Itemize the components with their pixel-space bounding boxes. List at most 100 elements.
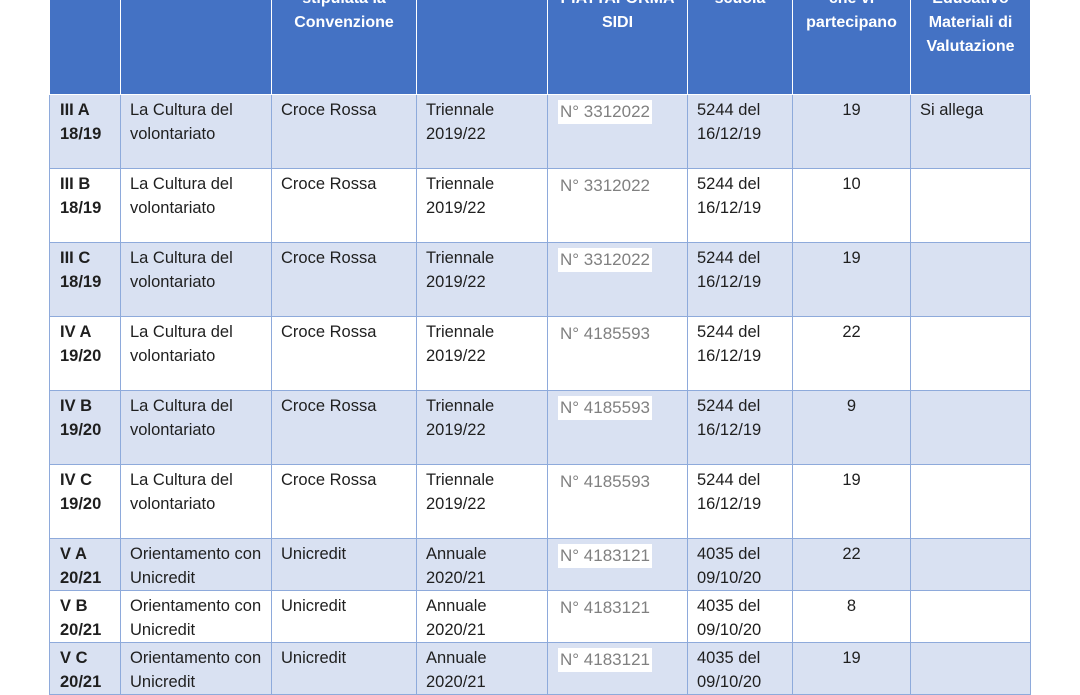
cell-ente: Croce Rossa (271, 464, 417, 539)
table-row: V B 20/21 Orientamento con Unicredit Uni… (49, 590, 1031, 643)
cell-delibera: 5244 del 16/12/19 (687, 464, 793, 539)
sidi-code: N° 4185593 (558, 322, 652, 346)
sidi-code: N° 4183121 (558, 648, 652, 672)
cell-classe: III A 18/19 (49, 94, 121, 169)
table-row: IV B 19/20 La Cultura del volontariato C… (49, 390, 1031, 465)
cell-percorso: La Cultura del volontariato (120, 316, 272, 391)
cell-percorso: La Cultura del volontariato (120, 242, 272, 317)
cell-durata: Triennale 2019/22 (416, 316, 548, 391)
cell-ente: Croce Rossa (271, 390, 417, 465)
table-row: IV A 19/20 La Cultura del volontariato C… (49, 316, 1031, 391)
sidi-code: N° 3312022 (558, 248, 652, 272)
cell-delibera: 5244 del 16/12/19 (687, 316, 793, 391)
cell-percorso: Orientamento con Unicredit (120, 642, 272, 695)
cell-delibera: 4035 del 09/10/20 (687, 590, 793, 643)
cell-studenti: 19 (792, 242, 911, 317)
cell-durata: Triennale 2019/22 (416, 464, 548, 539)
cell-sidi: N° 3312022 (547, 242, 688, 317)
cell-studenti: 19 (792, 94, 911, 169)
cell-ente: Croce Rossa (271, 168, 417, 243)
cell-durata: Annuale 2020/21 (416, 642, 548, 695)
cell-ente: Croce Rossa (271, 94, 417, 169)
cell-sidi: N° 4183121 (547, 590, 688, 643)
cell-studenti: 10 (792, 168, 911, 243)
cell-sidi: N° 3312022 (547, 168, 688, 243)
cell-materiali (910, 390, 1031, 465)
sidi-code: N° 3312022 (558, 174, 652, 198)
cell-materiali: Si allega (910, 94, 1031, 169)
header-cell-percorso (120, 0, 272, 95)
header-cell-materiali: Educativo Materiali di Valutazione (910, 0, 1031, 95)
cell-ente: Unicredit (271, 590, 417, 643)
cell-durata: Triennale 2019/22 (416, 242, 548, 317)
cell-durata: Triennale 2019/22 (416, 168, 548, 243)
cell-materiali (910, 538, 1031, 591)
cell-ente: Unicredit (271, 642, 417, 695)
table-header-row: stipulata la Convenzione PIATTAFORMA SID… (49, 0, 1031, 95)
cell-studenti: 22 (792, 316, 911, 391)
cell-sidi: N° 4183121 (547, 642, 688, 695)
cell-durata: Triennale 2019/22 (416, 94, 548, 169)
cell-materiali (910, 316, 1031, 391)
table-row: III C 18/19 La Cultura del volontariato … (49, 242, 1031, 317)
header-cell-classe (49, 0, 121, 95)
header-cell-delibera: scuola (687, 0, 793, 95)
header-cell-sidi: PIATTAFORMA SIDI (547, 0, 688, 95)
cell-studenti: 19 (792, 642, 911, 695)
cell-durata: Triennale 2019/22 (416, 390, 548, 465)
header-cell-durata (416, 0, 548, 95)
cell-studenti: 9 (792, 390, 911, 465)
cell-percorso: La Cultura del volontariato (120, 168, 272, 243)
cell-percorso: La Cultura del volontariato (120, 94, 272, 169)
cell-sidi: N° 4183121 (547, 538, 688, 591)
cell-sidi: N° 4185593 (547, 316, 688, 391)
cell-delibera: 5244 del 16/12/19 (687, 242, 793, 317)
cell-durata: Annuale 2020/21 (416, 538, 548, 591)
table-row: III A 18/19 La Cultura del volontariato … (49, 94, 1031, 169)
header-cell-ente: stipulata la Convenzione (271, 0, 417, 95)
cell-classe: V B 20/21 (49, 590, 121, 643)
cell-percorso: La Cultura del volontariato (120, 390, 272, 465)
cell-delibera: 4035 del 09/10/20 (687, 642, 793, 695)
table-row: V A 20/21 Orientamento con Unicredit Uni… (49, 538, 1031, 591)
cell-ente: Croce Rossa (271, 316, 417, 391)
cell-ente: Unicredit (271, 538, 417, 591)
sidi-code: N° 4185593 (558, 396, 652, 420)
pcto-table: stipulata la Convenzione PIATTAFORMA SID… (49, 0, 1031, 695)
cell-percorso: La Cultura del volontariato (120, 464, 272, 539)
cell-materiali (910, 464, 1031, 539)
sidi-code: N° 3312022 (558, 100, 652, 124)
cell-classe: IV C 19/20 (49, 464, 121, 539)
cell-delibera: 5244 del 16/12/19 (687, 390, 793, 465)
cell-materiali (910, 242, 1031, 317)
table-row: V C 20/21 Orientamento con Unicredit Uni… (49, 642, 1031, 695)
cell-delibera: 4035 del 09/10/20 (687, 538, 793, 591)
cell-sidi: N° 4185593 (547, 464, 688, 539)
cell-delibera: 5244 del 16/12/19 (687, 168, 793, 243)
cell-materiali (910, 590, 1031, 643)
cell-materiali (910, 642, 1031, 695)
table-row: III B 18/19 La Cultura del volontariato … (49, 168, 1031, 243)
cell-ente: Croce Rossa (271, 242, 417, 317)
sidi-code: N° 4183121 (558, 544, 652, 568)
cell-studenti: 8 (792, 590, 911, 643)
cell-percorso: Orientamento con Unicredit (120, 590, 272, 643)
sidi-code: N° 4183121 (558, 596, 652, 620)
cell-classe: IV A 19/20 (49, 316, 121, 391)
cell-durata: Annuale 2020/21 (416, 590, 548, 643)
cell-classe: III C 18/19 (49, 242, 121, 317)
cell-materiali (910, 168, 1031, 243)
cell-delibera: 5244 del 16/12/19 (687, 94, 793, 169)
table-row: IV C 19/20 La Cultura del volontariato C… (49, 464, 1031, 539)
cell-classe: V A 20/21 (49, 538, 121, 591)
cell-studenti: 22 (792, 538, 911, 591)
cell-sidi: N° 3312022 (547, 94, 688, 169)
sidi-code: N° 4185593 (558, 470, 652, 494)
header-cell-studenti: che vi partecipano (792, 0, 911, 95)
cell-classe: III B 18/19 (49, 168, 121, 243)
cell-percorso: Orientamento con Unicredit (120, 538, 272, 591)
cell-studenti: 19 (792, 464, 911, 539)
cell-sidi: N° 4185593 (547, 390, 688, 465)
cell-classe: V C 20/21 (49, 642, 121, 695)
cell-classe: IV B 19/20 (49, 390, 121, 465)
